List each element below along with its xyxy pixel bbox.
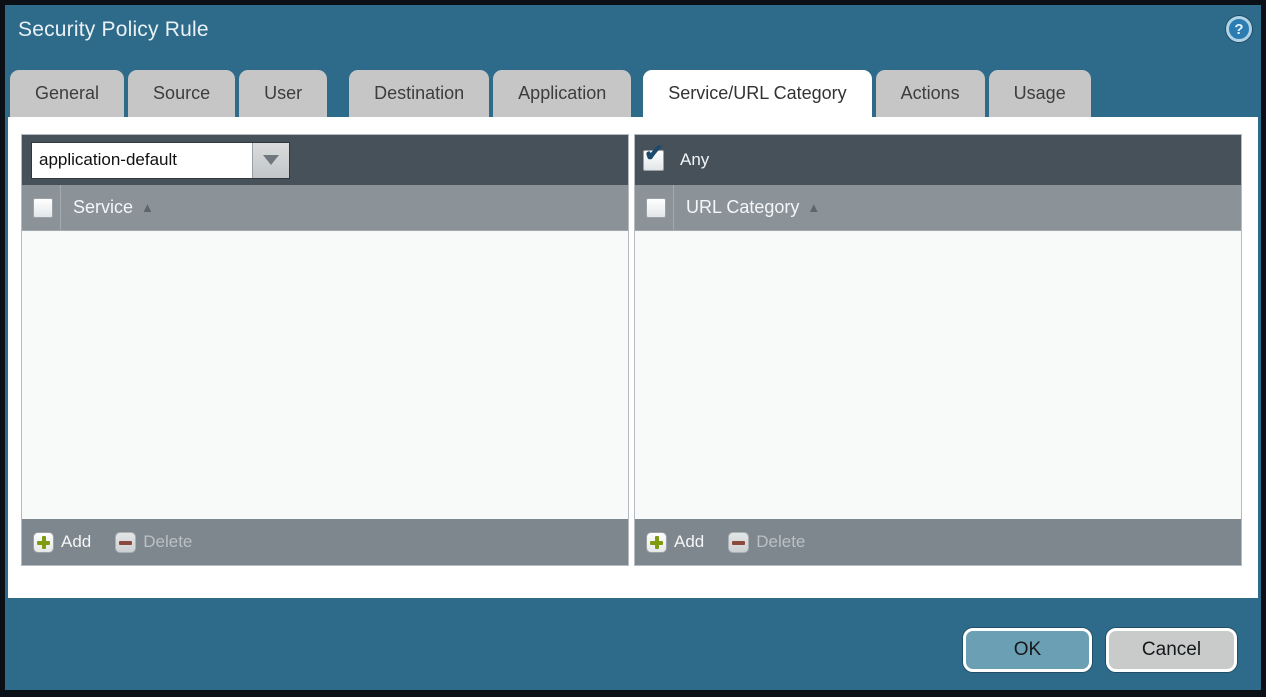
url-category-table-header: URL Category ▲ [635,185,1241,231]
add-url-category-button[interactable]: Add [646,532,704,553]
service-column-header[interactable]: Service [73,197,133,218]
any-label: Any [680,150,709,170]
cancel-button[interactable]: Cancel [1106,628,1237,672]
delete-service-label: Delete [143,532,192,552]
tab-destination[interactable]: Destination [349,70,489,117]
minus-icon [728,532,749,553]
tab-actions[interactable]: Actions [876,70,985,117]
service-table-header: Service ▲ [22,185,628,231]
service-list-empty [22,231,628,519]
service-footer-bar: Add Delete [22,519,628,565]
tab-bar: General Source User Destination Applicat… [10,70,1095,117]
url-category-list-empty [635,231,1241,519]
tab-application[interactable]: Application [493,70,631,117]
help-icon[interactable]: ? [1226,16,1252,42]
check-icon: ✔ [644,142,664,166]
tab-general[interactable]: General [10,70,124,117]
minus-icon [115,532,136,553]
service-type-dropdown-value[interactable]: application-default [32,143,252,178]
service-toolbar: application-default [22,135,628,185]
add-service-button[interactable]: Add [33,532,91,553]
add-service-label: Add [61,532,91,552]
security-policy-rule-dialog: Security Policy Rule ? General Source Us… [0,0,1266,697]
url-category-toolbar: ✔ Any [635,135,1241,185]
service-type-dropdown[interactable]: application-default [31,142,290,179]
tab-source[interactable]: Source [128,70,235,117]
service-select-all-checkbox[interactable] [33,198,53,218]
tab-user[interactable]: User [239,70,327,117]
url-category-panel: ✔ Any URL Category ▲ Add Delete [634,134,1242,566]
tab-usage[interactable]: Usage [989,70,1091,117]
service-type-dropdown-button[interactable] [252,143,289,178]
sort-ascending-icon[interactable]: ▲ [141,200,154,215]
service-panel: application-default Service ▲ Add Delete [21,134,629,566]
tab-service-url-category[interactable]: Service/URL Category [643,70,871,117]
header-divider [673,185,674,230]
plus-icon [646,532,667,553]
ok-button[interactable]: OK [963,628,1092,672]
chevron-down-icon [263,155,279,165]
sort-ascending-icon[interactable]: ▲ [807,200,820,215]
any-checkbox[interactable]: ✔ [643,150,664,171]
delete-url-category-label: Delete [756,532,805,552]
add-url-category-label: Add [674,532,704,552]
delete-service-button[interactable]: Delete [115,532,192,553]
url-category-select-all-checkbox[interactable] [646,198,666,218]
url-category-column-header[interactable]: URL Category [686,197,799,218]
header-divider [60,185,61,230]
delete-url-category-button[interactable]: Delete [728,532,805,553]
url-category-footer-bar: Add Delete [635,519,1241,565]
dialog-title: Security Policy Rule [18,18,209,42]
plus-icon [33,532,54,553]
